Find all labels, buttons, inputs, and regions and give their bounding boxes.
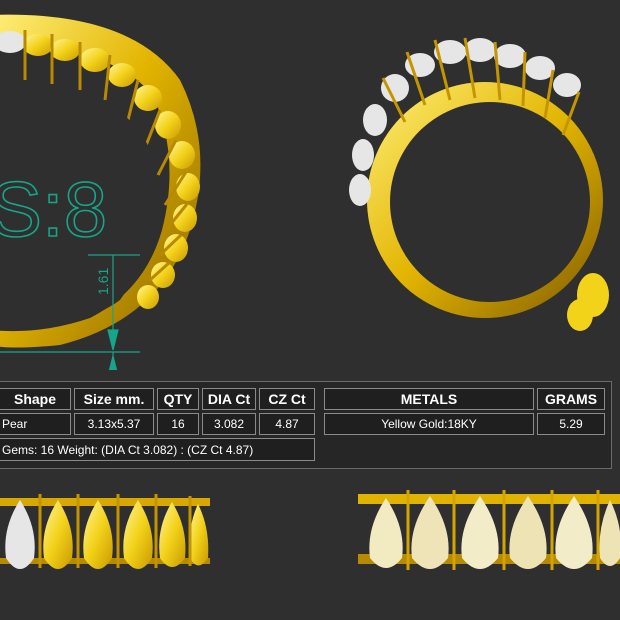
spec-table-panel: Shape Size mm. QTY DIA Ct CZ Ct Pear 3.1… xyxy=(0,381,612,469)
size-label: S:8 xyxy=(0,165,107,253)
cell-metal: Yellow Gold:18KY xyxy=(324,413,534,435)
cell-size: 3.13x5.37 xyxy=(74,413,154,435)
header-size: Size mm. xyxy=(74,388,154,410)
header-shape: Shape xyxy=(0,388,71,410)
summary-line: Gems: 16 Weight: (DIA Ct 3.082) : (CZ Ct… xyxy=(0,438,315,461)
ring-perspective-view xyxy=(335,30,620,355)
header-qty: QTY xyxy=(157,388,199,410)
header-cz-ct: CZ Ct xyxy=(259,388,315,410)
product-sheet: S:8 1.61 Shape Size mm. QTY DIA Ct CZ Ct… xyxy=(0,0,620,620)
cell-grams: 5.29 xyxy=(537,413,605,435)
cell-qty: 16 xyxy=(157,413,199,435)
cell-cz-ct: 4.87 xyxy=(259,413,315,435)
header-metals: METALS xyxy=(324,388,534,410)
cell-shape: Pear xyxy=(0,413,71,435)
ring-side-view: S:8 1.61 xyxy=(0,0,220,370)
gem-row-view-right xyxy=(358,488,620,580)
dimension-label: 1.61 xyxy=(95,268,111,295)
cell-dia-ct: 3.082 xyxy=(202,413,256,435)
header-grams: GRAMS xyxy=(537,388,605,410)
header-dia-ct: DIA Ct xyxy=(202,388,256,410)
gem-row-view-left xyxy=(0,488,212,580)
